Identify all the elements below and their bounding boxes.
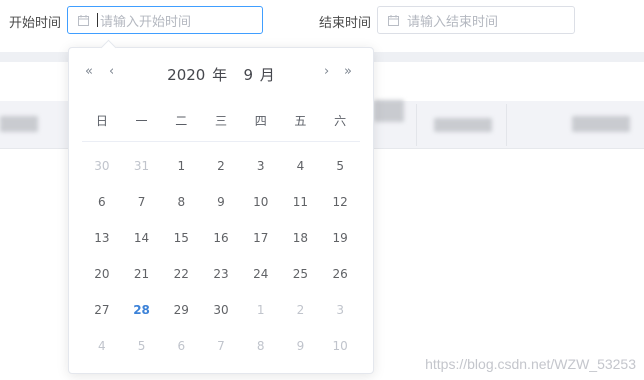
weekday-label: 四 [254,114,267,128]
day-cell[interactable]: 7 [122,184,162,220]
day-cell[interactable]: 12 [320,184,360,220]
day-cell[interactable]: 5 [320,148,360,184]
calendar-icon [388,14,399,26]
day-cell[interactable]: 4 [82,328,122,364]
column-divider [416,104,417,146]
day-cell[interactable]: 18 [281,220,321,256]
day-cell[interactable]: 26 [320,256,360,292]
weekday-label: 三 [214,114,227,128]
day-cell[interactable]: 14 [122,220,162,256]
day-cell[interactable]: 27 [82,292,122,328]
header-separator [82,141,360,142]
day-cell[interactable]: 31 [122,148,162,184]
day-cell[interactable]: 20 [82,256,122,292]
day-cell[interactable]: 22 [161,256,201,292]
weekday-label: 日 [95,114,108,128]
day-cell[interactable]: 6 [82,184,122,220]
blurred-column-header [572,116,630,132]
day-cell[interactable]: 29 [161,292,201,328]
day-cell[interactable]: 19 [320,220,360,256]
day-cell[interactable]: 17 [241,220,281,256]
day-cell[interactable]: 5 [122,328,162,364]
start-time-label: 开始时间 [9,16,62,31]
popover-arrow [100,39,117,56]
day-cell[interactable]: 10 [320,328,360,364]
day-cell[interactable]: 4 [281,148,321,184]
day-cell[interactable]: 16 [201,220,241,256]
month-unit: 月 [259,66,275,84]
day-cell[interactable]: 10 [241,184,281,220]
day-cell[interactable]: 9 [201,184,241,220]
next-month-button[interactable]: › [324,64,329,79]
calendar-icon [78,14,89,26]
weekday-label: 六 [334,114,347,128]
month-value[interactable]: 9 [243,66,253,84]
day-cell[interactable]: 15 [161,220,201,256]
weekday-label: 二 [175,114,188,128]
day-cell[interactable]: 25 [281,256,321,292]
day-cell[interactable]: 2 [281,292,321,328]
day-cell[interactable]: 21 [122,256,162,292]
day-cell[interactable]: 30 [82,148,122,184]
day-cell[interactable]: 1 [161,148,201,184]
date-picker-panel: « ‹ 2020 年 9 月 › » 日一二三四五六 30 31 1 2 3 4 5 6 7 8 9… [68,39,374,374]
text-caret [97,13,98,27]
day-cell[interactable]: 7 [201,328,241,364]
day-cell[interactable]: 1 [241,292,281,328]
day-cell[interactable]: 8 [241,328,281,364]
end-time-label: 结束时间 [319,16,372,31]
next-year-button[interactable]: » [344,64,352,79]
day-cell[interactable]: 6 [161,328,201,364]
watermark-text: https://blog.csdn.net/WZW_53253 [425,356,636,372]
blurred-column-header [374,100,404,122]
year-unit: 年 [212,66,228,84]
day-cell[interactable]: 30 [201,292,241,328]
weekday-label: 五 [294,114,307,128]
column-divider [506,104,507,146]
start-time-input[interactable]: 请输入开始时间 [67,6,263,34]
weekday-label: 一 [135,114,148,128]
weekday-header: 日一二三四五六 [82,112,360,129]
blurred-column-header [434,118,492,132]
end-time-placeholder: 请输入结束时间 [407,14,499,30]
day-cell[interactable]: 3 [320,292,360,328]
end-time-input[interactable]: 请输入结束时间 [377,6,575,34]
start-time-placeholder: 请输入开始时间 [100,14,192,30]
day-cell[interactable]: 23 [201,256,241,292]
day-cell[interactable]: 9 [281,328,321,364]
day-cell[interactable]: 8 [161,184,201,220]
year-value[interactable]: 2020 [167,66,205,84]
day-grid: 30 31 1 2 3 4 5 6 7 8 9 10 11 12 13 14 15 16 17 18 19 20 21 22 2… [82,148,360,364]
blurred-column-header [0,116,38,132]
day-cell[interactable]: 13 [82,220,122,256]
day-cell-today[interactable]: 28 [122,292,162,328]
day-cell[interactable]: 2 [201,148,241,184]
day-cell[interactable]: 3 [241,148,281,184]
day-cell[interactable]: 24 [241,256,281,292]
day-cell[interactable]: 11 [281,184,321,220]
